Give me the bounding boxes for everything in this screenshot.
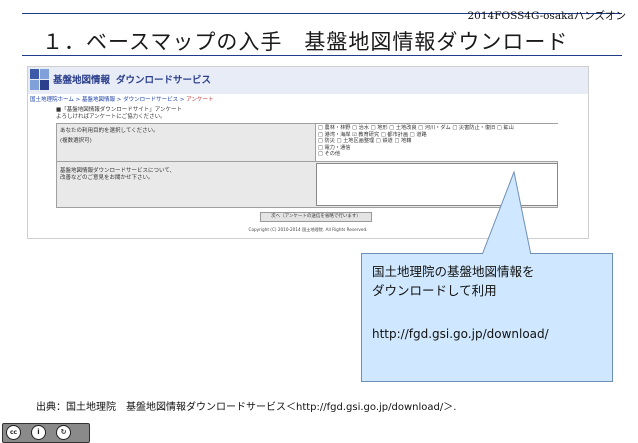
next-button[interactable]: 次へ（アンケートの送信を省略で行います） [260, 212, 372, 222]
event-label: 2014FOSS4G-osakaハンズオン [467, 10, 626, 22]
feedback-question: 基盤地図情報ダウンロードサービスについて、 改善などのご意見をお聞かせ下さい。 [60, 168, 175, 182]
breadcrumb-current: アンケート [186, 97, 214, 103]
purpose-options-line[interactable]: □ 電力・通信 [318, 145, 557, 152]
survey-intro: ■「基盤地図情報ダウンロードサイト」アンケート よろしければアンケートにご協力く… [56, 107, 558, 123]
website-screenshot: 基盤地図情報 ダウンロードサービス 国土地理院ホーム > 基盤地図情報 > ダウ… [27, 66, 589, 239]
survey-form: ■「基盤地図情報ダウンロードサイト」アンケート よろしければアンケートにご協力く… [56, 107, 559, 208]
sa-icon: ↻ [56, 425, 71, 440]
survey-intro-title: ■「基盤地図情報ダウンロードサイト」アンケート [56, 107, 182, 113]
callout-line: ダウンロードして利用 [372, 283, 497, 298]
slide-title: １．ベースマップの入手 基盤地図情報ダウンロード [42, 30, 569, 54]
purpose-options-line[interactable]: □ その他 [318, 151, 557, 158]
callout-text: 国土地理院の基盤地図情報を ダウンロードして利用 [372, 262, 535, 300]
source-citation: 出典：国土地理院 基盤地図情報ダウンロードサービス＜http://fgd.gsi… [36, 402, 457, 413]
breadcrumb: 国土地理院ホーム > 基盤地図情報 > ダウンロードサービス > アンケート [30, 97, 214, 103]
breadcrumb-home-link[interactable]: 国土地理院ホーム [30, 97, 74, 103]
site-header: 基盤地図情報 ダウンロードサービス [28, 67, 588, 94]
header-rule-bottom [22, 55, 622, 56]
breadcrumb-download-link[interactable]: ダウンロードサービス [123, 97, 178, 103]
breadcrumb-fgd-link[interactable]: 基盤地図情報 [82, 97, 115, 103]
purpose-question-note: (複数選択可) [60, 138, 92, 144]
purpose-question-text: あなたの利用目的を選択してください。 [60, 128, 159, 134]
purpose-options-line[interactable]: □ 防災 □ 土地区画整理 □ 鉄道 □ 地籍 [318, 138, 557, 145]
survey-row-purpose: あなたの利用目的を選択してください。 (複数選択可) □ 農林・林野 □ 治水 … [56, 123, 559, 161]
purpose-options-line[interactable]: □ 農林・林野 □ 治水 □ 地形 □ 土地改良 □ 河川・ダム □ 災害防止・… [318, 125, 557, 132]
site-copyright: Copyright (C) 2010-2014 国土地理院. All Right… [248, 227, 368, 232]
feedback-textarea[interactable] [316, 163, 558, 206]
feedback-question-text: 基盤地図情報ダウンロードサービスについて、 [60, 168, 176, 174]
purpose-question: あなたの利用目的を選択してください。 (複数選択可) [60, 128, 159, 145]
purpose-checkbox-group[interactable]: □ 農林・林野 □ 治水 □ 地形 □ 土地改良 □ 河川・ダム □ 災害防止・… [315, 124, 559, 161]
callout-url: http://fgd.gsi.go.jp/download/ [372, 327, 549, 341]
survey-intro-text: よろしければアンケートにご協力ください。 [56, 114, 166, 120]
feedback-question-note: 改善などのご意見をお聞かせ下さい。 [60, 175, 154, 181]
gsi-logo-icon [30, 69, 50, 91]
callout-line: 国土地理院の基盤地図情報を [372, 264, 535, 279]
survey-row-feedback: 基盤地図情報ダウンロードサービスについて、 改善などのご意見をお聞かせ下さい。 [56, 161, 558, 208]
callout-box: 国土地理院の基盤地図情報を ダウンロードして利用 http://fgd.gsi.… [361, 253, 613, 382]
site-logo-name: 基盤地図情報 [53, 75, 111, 86]
cc-icon: cc [6, 425, 21, 440]
by-icon: i [31, 425, 46, 440]
cc-by-sa-badge: cc i ↻ [2, 423, 90, 443]
site-logo-service: ダウンロードサービス [116, 75, 212, 86]
